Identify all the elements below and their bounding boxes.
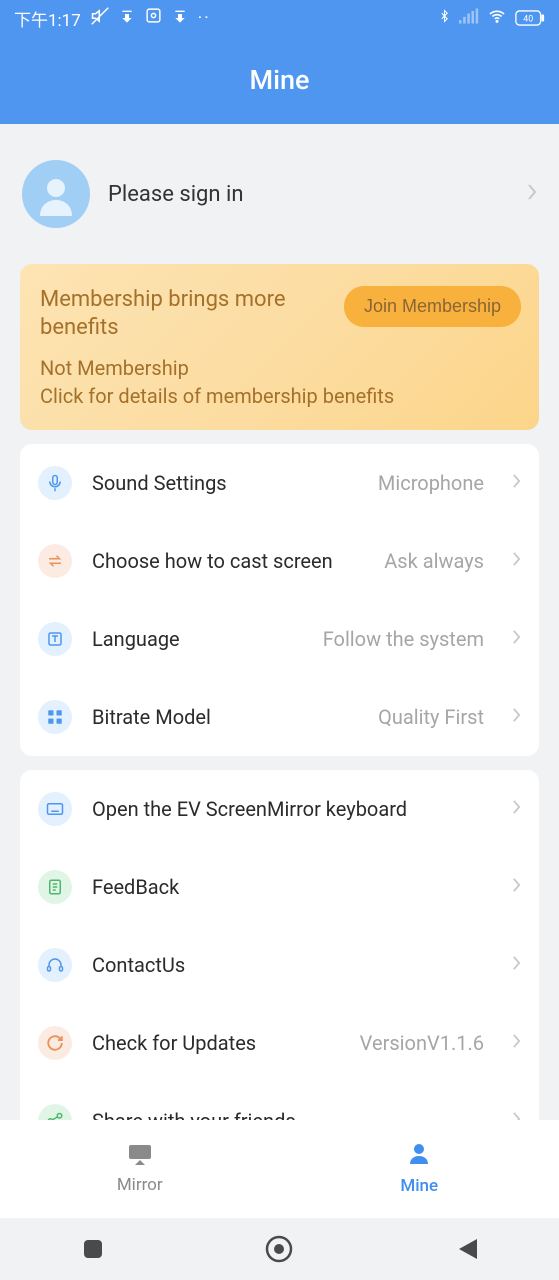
chevron-right-icon [512,470,521,495]
signin-label: Please sign in [108,182,509,207]
swap-icon [38,544,72,578]
feedback-row[interactable]: FeedBack [20,848,539,926]
membership-status: Not Membership [40,356,519,380]
bottom-nav: Mirror Mine [0,1120,559,1218]
download-icon [119,8,135,29]
recent-apps-button[interactable] [33,1238,153,1260]
mute-icon [91,7,109,30]
nav-label: Mine [400,1176,438,1196]
bitrate-row[interactable]: Bitrate Model Quality First [20,678,539,756]
language-row[interactable]: Language Follow the system [20,600,539,678]
more-icon: ·· [198,8,211,28]
download2-icon [172,8,188,29]
svg-text:40: 40 [523,15,533,25]
membership-title: Membership brings more benefits [40,286,327,342]
keyboard-row[interactable]: Open the EV ScreenMirror keyboard [20,770,539,848]
refresh-icon [38,1026,72,1060]
row-label: Choose how to cast screen [92,549,364,573]
cast-method-row[interactable]: Choose how to cast screen Ask always [20,522,539,600]
membership-card[interactable]: Membership brings more benefits Join Mem… [20,264,539,430]
chevron-right-icon [512,874,521,899]
headset-icon [38,948,72,982]
row-label: Check for Updates [92,1031,340,1055]
row-value: Follow the system [323,627,484,651]
contact-row[interactable]: ContactUs [20,926,539,1004]
feedback-icon [38,870,72,904]
wifi-icon [487,8,507,28]
row-label: Sound Settings [92,471,358,495]
sound-settings-row[interactable]: Sound Settings Microphone [20,444,539,522]
membership-details: Click for details of membership benefits [40,384,519,408]
row-label: Bitrate Model [92,705,358,729]
signal-icon [459,8,479,28]
status-time: 下午1:17 [14,6,81,31]
status-bar: 下午1:17 ·· 40 [0,0,559,36]
row-value: Microphone [378,471,484,495]
chevron-right-icon [512,952,521,977]
chevron-right-icon [512,548,521,573]
nav-mine[interactable]: Mine [280,1120,559,1218]
avatar [22,160,90,228]
chevron-right-icon [512,796,521,821]
keyboard-icon [38,792,72,826]
chevron-right-icon [512,1030,521,1055]
page-title: Mine [250,64,310,96]
microphone-icon [38,466,72,500]
language-icon [38,622,72,656]
row-value: Ask always [384,549,484,573]
mirror-icon [127,1143,153,1169]
chevron-right-icon [512,626,521,651]
nav-label: Mirror [117,1175,163,1195]
battery-icon: 40 [515,10,545,26]
tool-icon [145,7,162,29]
signin-row[interactable]: Please sign in [0,124,559,264]
nav-mirror[interactable]: Mirror [0,1120,280,1218]
row-label: FeedBack [92,875,492,899]
updates-row[interactable]: Check for Updates VersionV1.1.6 [20,1004,539,1082]
row-label: ContactUs [92,953,492,977]
chevron-right-icon [512,704,521,729]
bluetooth-icon [438,7,451,29]
row-label: Language [92,627,303,651]
row-label: Open the EV ScreenMirror keyboard [92,797,492,821]
person-icon [407,1142,431,1170]
page-header: Mine [0,36,559,124]
back-button[interactable] [406,1237,526,1261]
settings-group-1: Sound Settings Microphone Choose how to … [20,444,539,756]
bitrate-icon [38,700,72,734]
chevron-right-icon [527,182,537,207]
row-value: Quality First [378,705,484,729]
row-value: VersionV1.1.6 [360,1031,484,1055]
system-nav [0,1218,559,1280]
home-button[interactable] [219,1235,339,1263]
join-membership-button[interactable]: Join Membership [344,286,521,327]
